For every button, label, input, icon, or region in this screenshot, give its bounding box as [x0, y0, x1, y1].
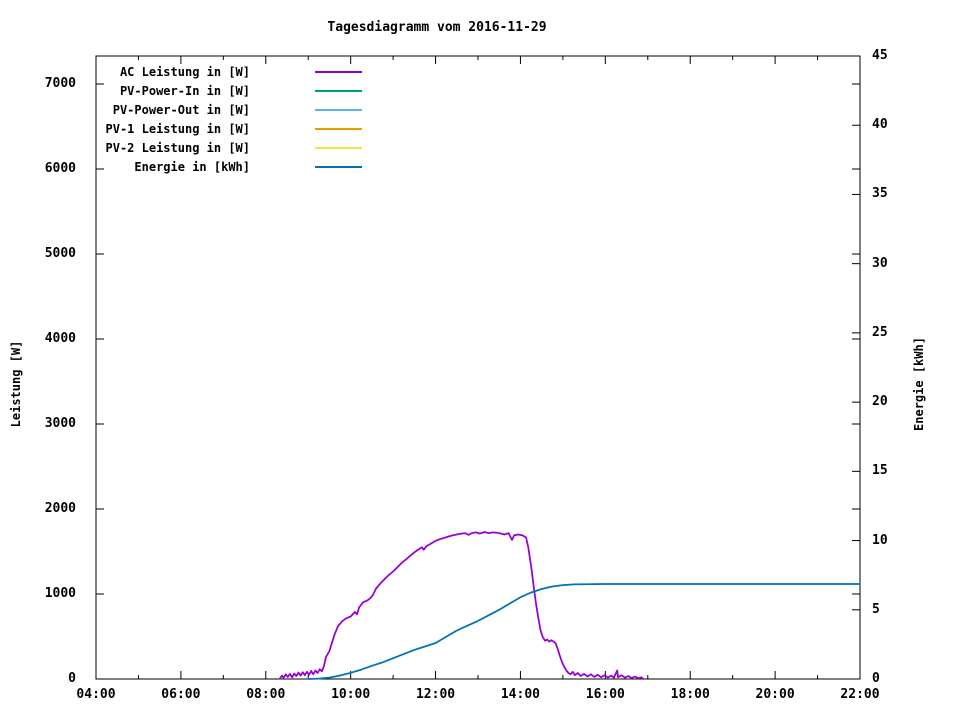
right-tick-label: 10 [872, 532, 888, 548]
x-tick-label: 06:00 [161, 687, 201, 702]
x-tick-label: 10:00 [331, 687, 371, 702]
series-line-ac-leistung-in-w- [278, 531, 645, 680]
legend-label: AC Leistung in [W] [119, 65, 250, 79]
chart-canvas: Tagesdiagramm vom 2016-11-29 Leistung [W… [0, 0, 960, 720]
left-tick-label: 5000 [44, 246, 76, 261]
legend-label: PV-Power-Out in [W] [112, 103, 250, 117]
left-tick-label: 3000 [44, 416, 76, 431]
legend-label: PV-1 Leistung in [W] [105, 122, 251, 136]
right-tick-label: 0 [872, 671, 880, 686]
left-tick-label: 0 [68, 671, 76, 686]
left-tick-label: 1000 [44, 586, 76, 601]
x-tick-label: 04:00 [76, 687, 116, 702]
legend-label: Energie in [kWh] [134, 160, 250, 174]
left-axis-title: Leistung [W] [9, 340, 23, 428]
left-tick-label: 4000 [44, 331, 76, 346]
right-axis-title: Energie [kWh] [912, 337, 926, 431]
legend-label: PV-2 Leistung in [W] [105, 141, 251, 155]
right-tick-label: 25 [872, 324, 888, 340]
right-tick-label: 30 [872, 255, 888, 271]
x-tick-label: 08:00 [246, 687, 286, 702]
left-tick-label: 2000 [44, 501, 76, 516]
chart-title: Tagesdiagramm vom 2016-11-29 [327, 20, 547, 35]
right-tick-label: 40 [872, 117, 888, 133]
x-tick-label: 22:00 [840, 687, 880, 702]
x-tick-label: 20:00 [755, 687, 795, 702]
x-tick-label: 16:00 [585, 687, 625, 702]
x-tick-label: 14:00 [500, 687, 540, 702]
x-tick-label: 18:00 [670, 687, 710, 702]
right-tick-label: 35 [872, 186, 888, 202]
right-tick-label: 5 [872, 601, 880, 617]
series-line-energie-in-kwh- [307, 583, 861, 680]
legend-label: PV-Power-In in [W] [119, 84, 250, 98]
right-tick-label: 45 [872, 48, 888, 63]
x-tick-label: 12:00 [415, 687, 456, 702]
right-tick-label: 20 [872, 394, 888, 410]
right-tick-label: 15 [872, 463, 888, 479]
